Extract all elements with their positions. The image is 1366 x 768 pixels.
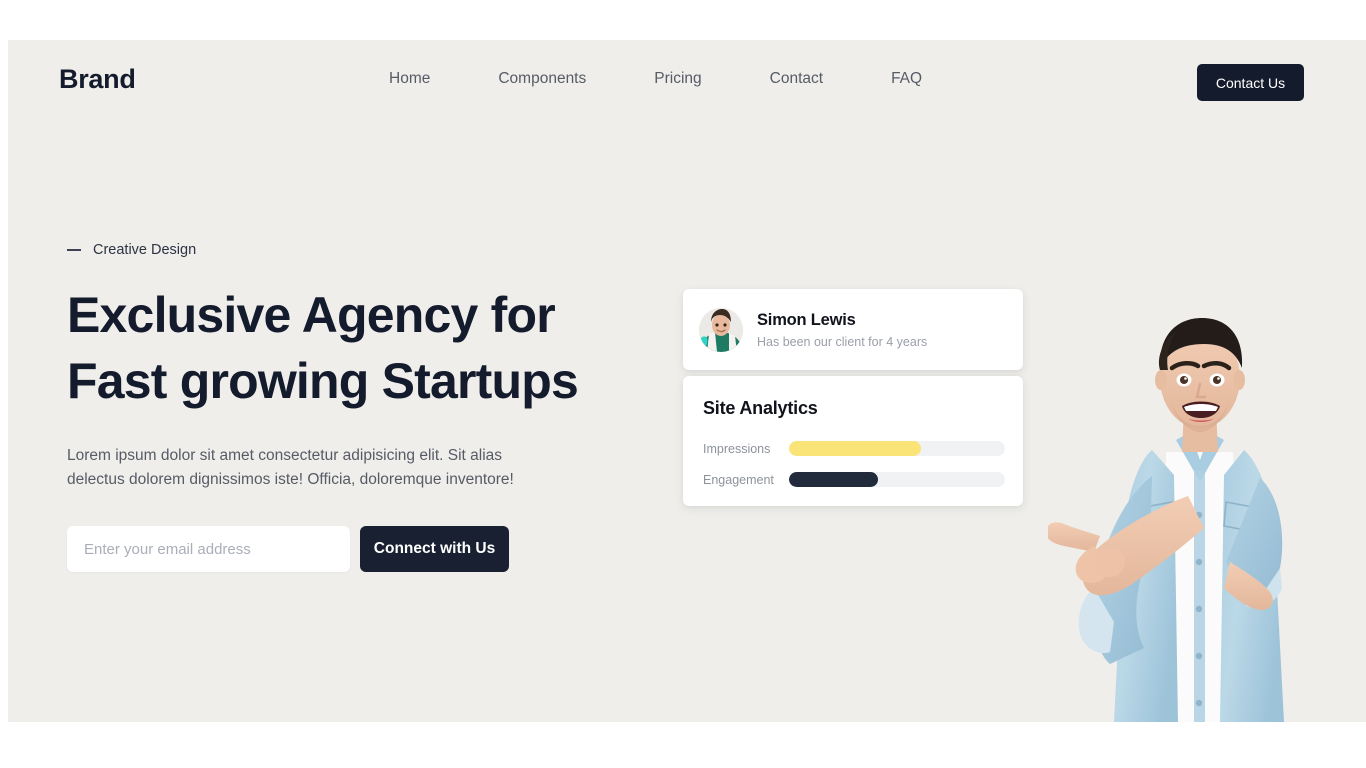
- testimonial-info: Simon Lewis Has been our client for 4 ye…: [757, 311, 927, 349]
- connect-with-us-button[interactable]: Connect with Us: [360, 526, 509, 572]
- contact-us-button[interactable]: Contact Us: [1197, 64, 1304, 101]
- user-avatar-photo: [699, 307, 743, 352]
- analytics-title: Site Analytics: [703, 398, 818, 418]
- hero-subtitle: Lorem ipsum dolor sit amet consectetur a…: [67, 447, 514, 488]
- brand-logo[interactable]: Brand: [59, 64, 136, 95]
- em-dash-icon: [67, 249, 81, 251]
- nav-link-home[interactable]: Home: [389, 70, 430, 88]
- metric-fill-impressions: [789, 441, 921, 456]
- metric-track-engagement: [789, 472, 1005, 487]
- signup-form: Connect with Us: [67, 526, 627, 572]
- person-pointing-left-photo: [1048, 318, 1284, 722]
- metric-label-engagement: Engagement: [703, 472, 774, 487]
- testimonial-card: Simon Lewis Has been our client for 4 ye…: [683, 289, 1023, 370]
- hero-eyebrow: Creative Design: [67, 242, 627, 258]
- navbar: Brand Home Components Pricing Contact FA…: [8, 40, 1366, 122]
- nav-link-contact[interactable]: Contact: [770, 70, 823, 88]
- avatar: [699, 307, 743, 352]
- metric-row-impressions: Impressions: [703, 441, 1005, 456]
- nav-links: Home Components Pricing Contact FAQ: [389, 70, 922, 88]
- nav-link-pricing[interactable]: Pricing: [654, 70, 701, 88]
- testimonial-role: Has been our client for 4 years: [757, 334, 928, 349]
- testimonial-name: Simon Lewis: [757, 310, 856, 329]
- metric-row-engagement: Engagement: [703, 472, 1005, 487]
- email-input[interactable]: [67, 526, 350, 572]
- hero-eyebrow-label: Creative Design: [93, 242, 197, 258]
- hero-title: Exclusive Agency for Fast growing Startu…: [67, 287, 579, 409]
- page-canvas: Brand Home Components Pricing Contact FA…: [8, 40, 1366, 722]
- metric-track-impressions: [789, 441, 1005, 456]
- site-analytics-card: Site Analytics Impressions Engagement: [683, 376, 1023, 506]
- hero-person-image: [1048, 300, 1366, 722]
- hero-content: Creative Design Exclusive Agency for Fas…: [67, 242, 627, 572]
- nav-link-components[interactable]: Components: [498, 70, 586, 88]
- nav-link-faq[interactable]: FAQ: [891, 70, 922, 88]
- metric-fill-engagement: [789, 472, 878, 487]
- metric-label-impressions: Impressions: [703, 441, 771, 456]
